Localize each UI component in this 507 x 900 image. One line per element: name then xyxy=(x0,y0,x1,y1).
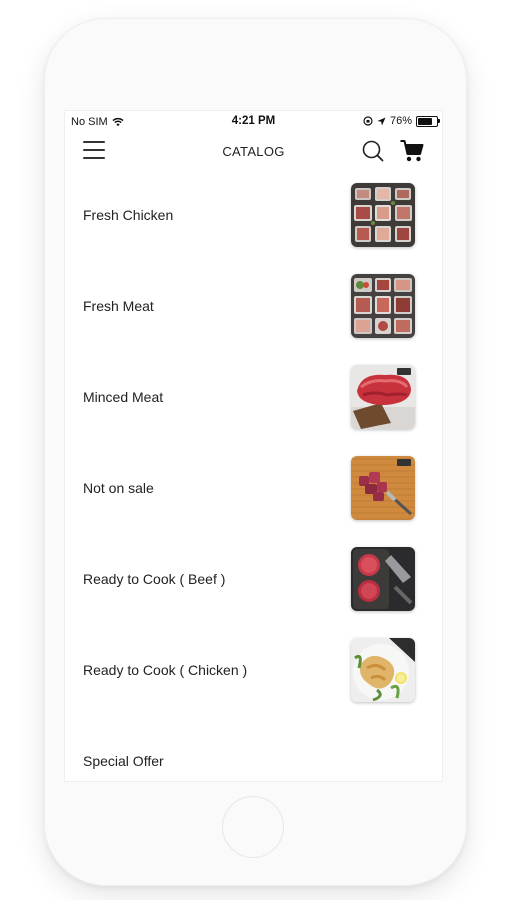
status-bar: No SIM 4:21 PM 76% xyxy=(65,111,442,133)
catalog-list: Fresh Chicken Fresh Meat Minced Meat Not… xyxy=(65,173,442,781)
cart-button[interactable] xyxy=(399,138,425,164)
cubed-meat-thumbnail xyxy=(351,456,415,520)
catalog-item-label: Minced Meat xyxy=(83,389,164,405)
battery-icon xyxy=(416,115,440,127)
catalog-item-label: Fresh Chicken xyxy=(83,207,174,223)
meat-platter-thumbnail xyxy=(351,183,415,247)
beef-patties-thumbnail xyxy=(351,547,415,611)
search-button[interactable] xyxy=(361,139,385,163)
catalog-item-ready-to-cook-beef[interactable]: Ready to Cook ( Beef ) xyxy=(65,537,442,628)
catalog-item-ready-to-cook-chicken[interactable]: Ready to Cook ( Chicken ) xyxy=(65,628,442,719)
catalog-item-minced-meat[interactable]: Minced Meat xyxy=(65,355,442,446)
catalog-item-label: Fresh Meat xyxy=(83,298,154,314)
catalog-item-label: Ready to Cook ( Chicken ) xyxy=(83,662,248,678)
meat-cuts-thumbnail xyxy=(351,274,415,338)
home-button[interactable] xyxy=(222,796,284,858)
orientation-lock-icon xyxy=(363,116,373,126)
battery-percent: 76% xyxy=(389,115,412,127)
catalog-item-not-on-sale[interactable]: Not on sale xyxy=(65,446,442,537)
location-icon xyxy=(377,117,386,125)
minced-meat-thumbnail xyxy=(351,365,415,429)
nav-bar: CATALOG xyxy=(65,133,442,173)
catalog-item-special-offer[interactable]: Special Offer xyxy=(65,719,442,781)
page-title: CATALOG xyxy=(222,144,285,159)
catalog-item-label: Not on sale xyxy=(83,480,154,496)
catalog-item-label: Ready to Cook ( Beef ) xyxy=(83,571,226,587)
search-icon xyxy=(362,140,384,162)
catalog-item-fresh-meat[interactable]: Fresh Meat xyxy=(65,264,442,355)
catalog-item-label: Special Offer xyxy=(83,753,164,769)
cart-icon xyxy=(400,140,424,162)
app-screen: No SIM 4:21 PM 76% CATALOG Fresh Chicken… xyxy=(64,110,443,782)
chicken-dish-thumbnail xyxy=(351,638,415,702)
catalog-item-fresh-chicken[interactable]: Fresh Chicken xyxy=(65,173,442,264)
